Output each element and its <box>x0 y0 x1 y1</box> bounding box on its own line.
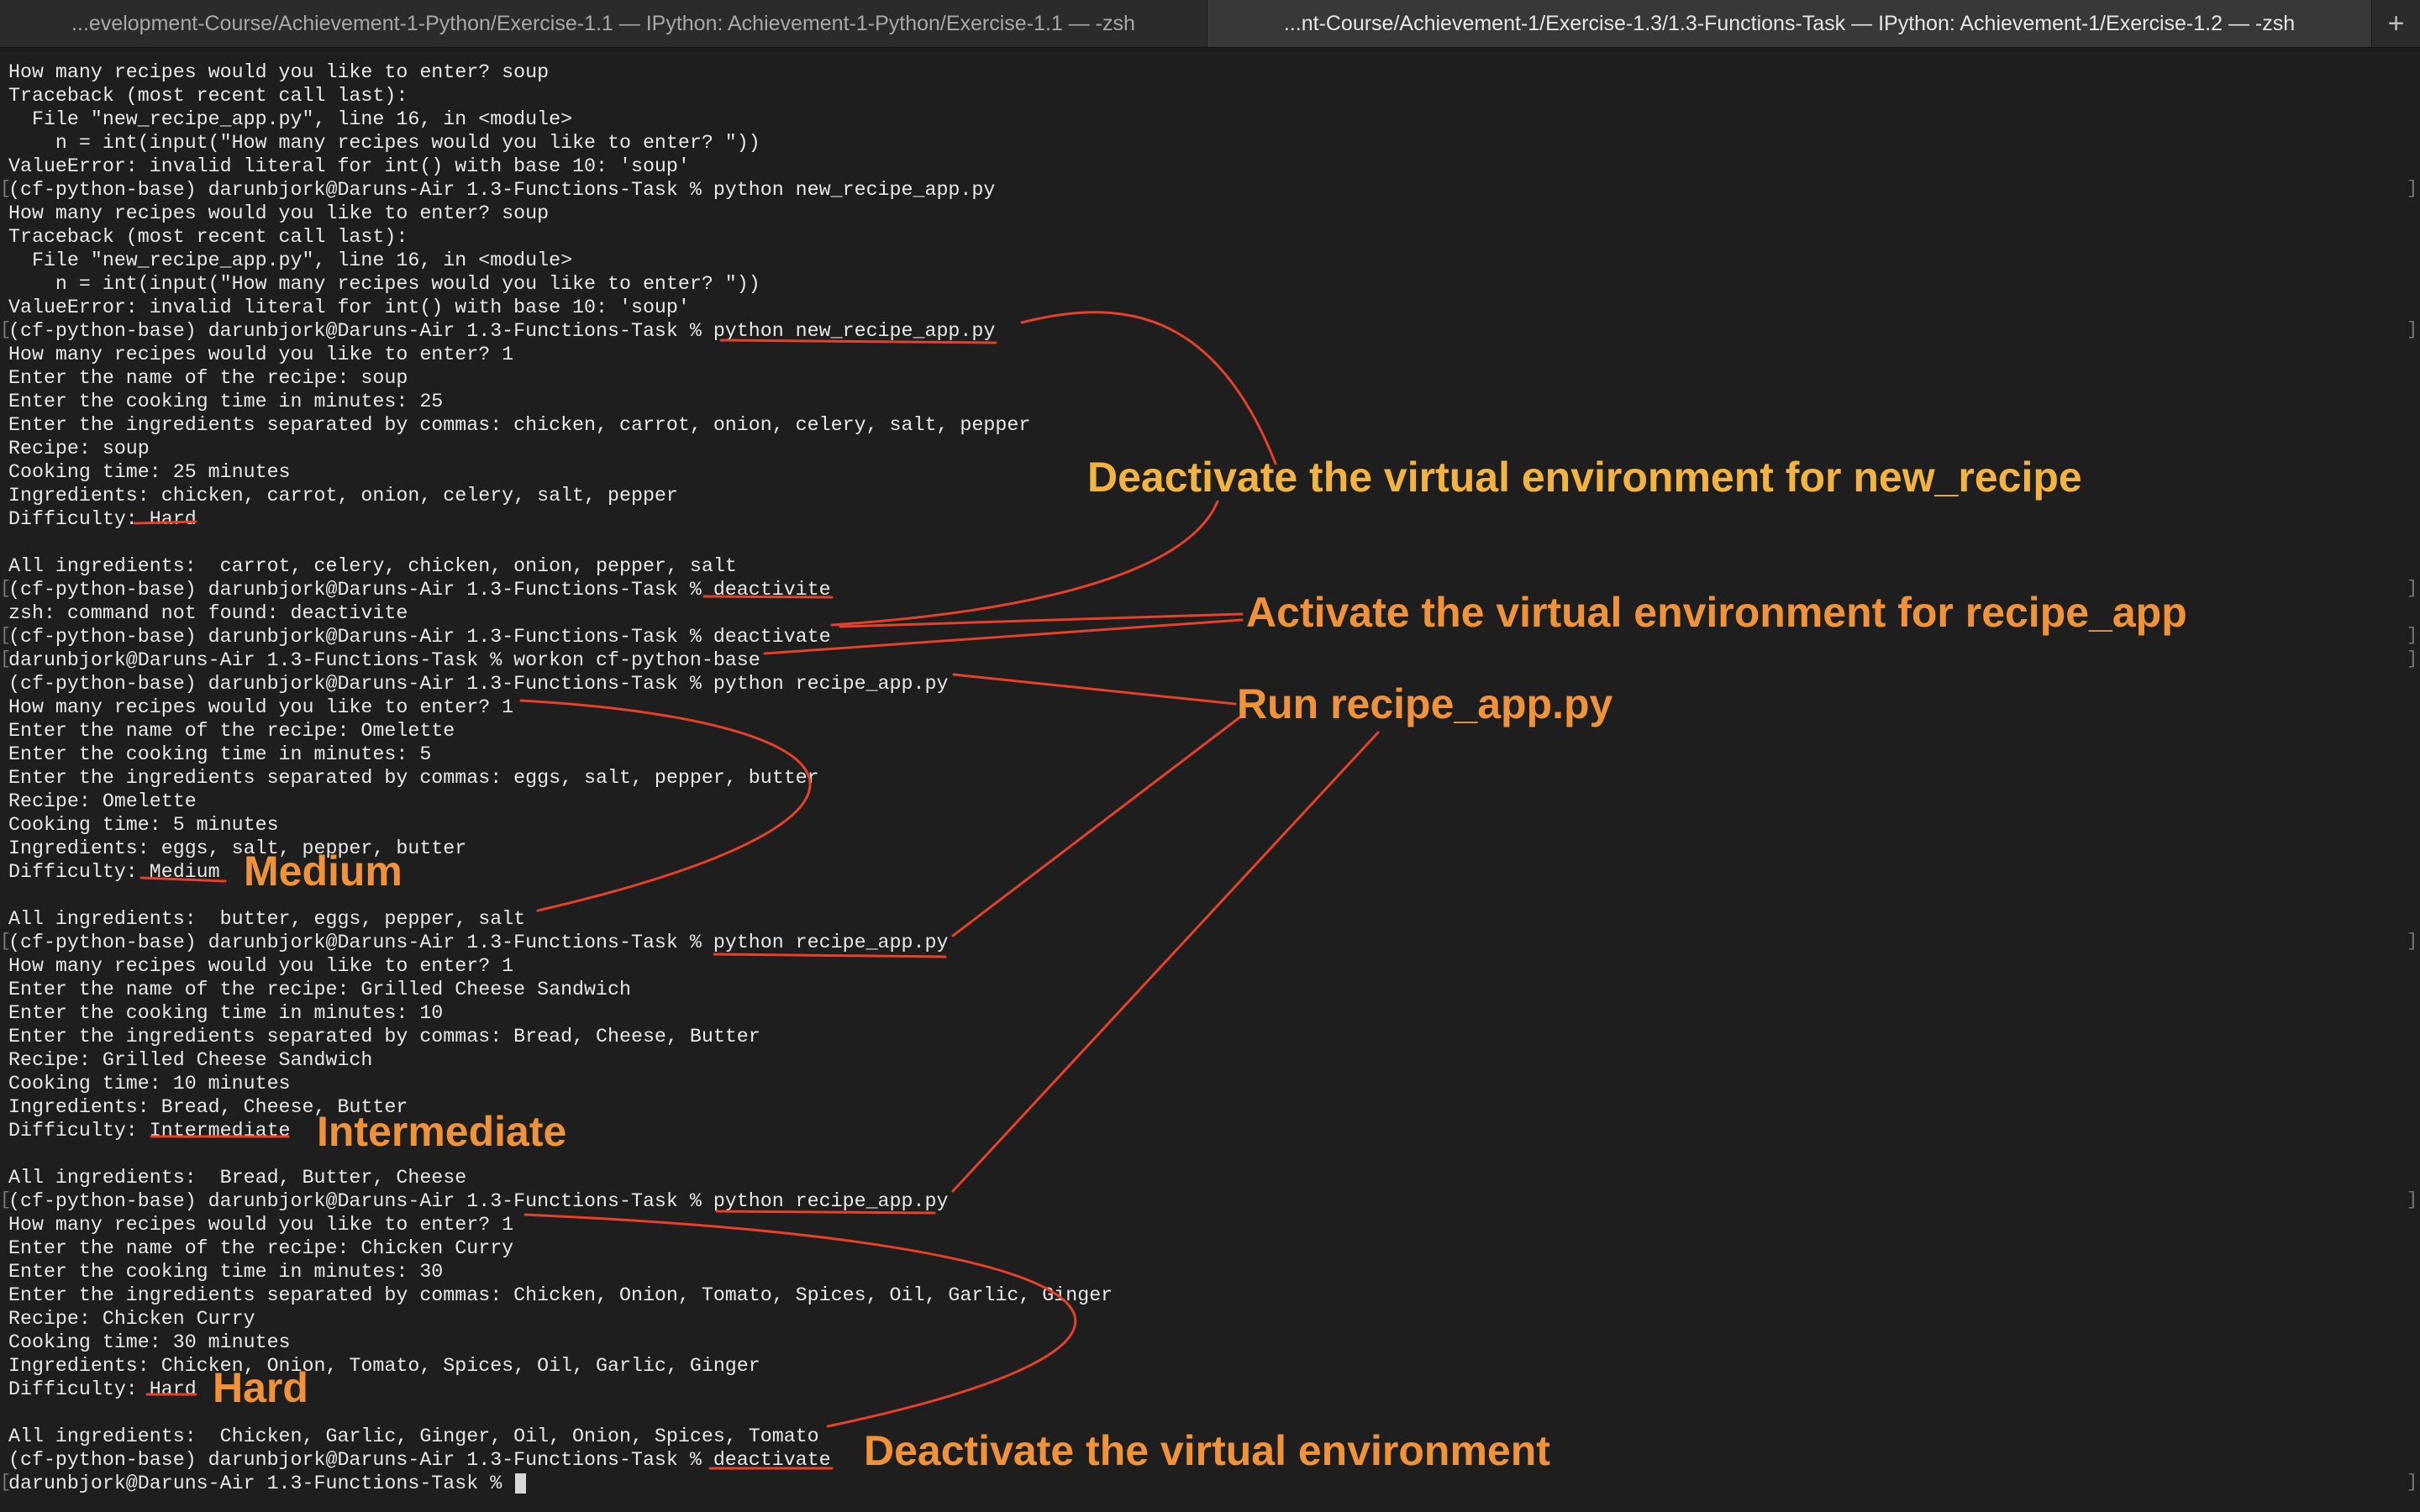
tab-title: ...nt-Course/Achievement-1/Exercise-1.3/… <box>1283 11 2296 35</box>
annotation-hard: Hard <box>213 1364 308 1411</box>
line-bracket-right: ] <box>2407 625 2418 646</box>
terminal-line: Difficulty: Hard <box>8 1378 197 1400</box>
terminal-line: Enter the cooking time in minutes: 25 <box>8 391 444 412</box>
line-bracket-right: ] <box>2407 1472 2418 1493</box>
terminal-line: Enter the ingredients separated by comma… <box>8 1026 760 1047</box>
terminal-line: Cooking time: 30 minutes <box>8 1331 291 1353</box>
terminal-line: Enter the cooking time in minutes: 30 <box>8 1261 444 1283</box>
terminal-prompt-line: darunbjork@Daruns-Air 1.3-Functions-Task… <box>8 1472 527 1495</box>
terminal-line: File "new_recipe_app.py", line 16, in <m… <box>8 108 573 130</box>
terminal-window: ...evelopment-Course/Achievement-1-Pytho… <box>0 0 2420 1512</box>
terminal-line: Recipe: Chicken Curry <box>8 1308 255 1330</box>
terminal-line: Enter the ingredients separated by comma… <box>8 414 1031 436</box>
terminal-line: Ingredients: chicken, carrot, onion, cel… <box>8 485 678 507</box>
terminal-line: ValueError: invalid literal for int() wi… <box>8 297 690 318</box>
terminal-line: Recipe: Omelette <box>8 790 197 812</box>
annotation-deactivate-final: Deactivate the virtual environment <box>864 1427 1550 1474</box>
line-bracket-left: [ <box>0 319 12 340</box>
annotation-intermediate: Intermediate <box>317 1108 567 1155</box>
terminal-line: Difficulty: Hard <box>8 508 197 530</box>
line-bracket-right: ] <box>2407 931 2418 952</box>
terminal-line: Recipe: Grilled Cheese Sandwich <box>8 1049 373 1071</box>
terminal-line: Ingredients: Chicken, Onion, Tomato, Spi… <box>8 1355 760 1377</box>
line-bracket-right: ] <box>2407 319 2418 340</box>
line-bracket-left: [ <box>0 1189 12 1210</box>
terminal-line: All ingredients: Chicken, Garlic, Ginger… <box>8 1425 819 1447</box>
terminal-line: How many recipes would you like to enter… <box>8 202 550 224</box>
tab-bar: ...evelopment-Course/Achievement-1-Pytho… <box>0 0 2420 48</box>
terminal-line: (cf-python-base) darunbjork@Daruns-Air 1… <box>8 626 831 648</box>
line-bracket-left: [ <box>0 648 12 669</box>
terminal-line: Enter the cooking time in minutes: 10 <box>8 1002 444 1024</box>
line-bracket-left: [ <box>0 625 12 646</box>
terminal-line: Enter the name of the recipe: Omelette <box>8 720 455 742</box>
terminal-line: How many recipes would you like to enter… <box>8 696 514 718</box>
terminal-line: How many recipes would you like to enter… <box>8 1214 514 1236</box>
terminal-line: (cf-python-base) darunbjork@Daruns-Air 1… <box>8 179 996 201</box>
line-bracket-right: ] <box>2407 1189 2418 1210</box>
line-bracket-right: ] <box>2407 178 2418 199</box>
terminal-line: Traceback (most recent call last): <box>8 226 408 248</box>
line-bracket-right: ] <box>2407 648 2418 669</box>
annotation-medium: Medium <box>244 848 402 895</box>
terminal-line: Enter the name of the recipe: soup <box>8 367 408 389</box>
terminal-line: Difficulty: Intermediate <box>8 1120 291 1142</box>
terminal-line: Cooking time: 5 minutes <box>8 814 279 836</box>
terminal-line: Recipe: soup <box>8 438 150 459</box>
terminal-line: (cf-python-base) darunbjork@Daruns-Air 1… <box>8 1449 831 1471</box>
tab-exercise-1-3[interactable]: ...nt-Course/Achievement-1/Exercise-1.3/… <box>1207 0 2371 47</box>
terminal-line: (cf-python-base) darunbjork@Daruns-Air 1… <box>8 932 949 953</box>
terminal-line: Enter the cooking time in minutes: 5 <box>8 743 432 765</box>
terminal-line: (cf-python-base) darunbjork@Daruns-Air 1… <box>8 320 996 342</box>
line-bracket-right: ] <box>2407 578 2418 599</box>
cursor-block <box>515 1473 527 1494</box>
terminal-line: All ingredients: carrot, celery, chicken… <box>8 555 737 577</box>
annotation-activate-recipe-app: Activate the virtual environment for rec… <box>1246 589 2187 636</box>
terminal-line: Cooking time: 10 minutes <box>8 1073 291 1095</box>
terminal-line: All ingredients: Bread, Butter, Cheese <box>8 1167 467 1189</box>
annotation-deactivate-new-recipe: Deactivate the virtual environment for n… <box>1087 454 2082 501</box>
line-bracket-left: [ <box>0 578 12 599</box>
tab-title: ...evelopment-Course/Achievement-1-Pytho… <box>71 11 1135 35</box>
terminal-line: (cf-python-base) darunbjork@Daruns-Air 1… <box>8 579 831 601</box>
terminal-line: (cf-python-base) darunbjork@Daruns-Air 1… <box>8 673 949 695</box>
terminal-line: How many recipes would you like to enter… <box>8 955 514 977</box>
terminal-line: Enter the ingredients separated by comma… <box>8 1284 1113 1306</box>
tab-exercise-1-1[interactable]: ...evelopment-Course/Achievement-1-Pytho… <box>0 0 1207 47</box>
terminal-line: How many recipes would you like to enter… <box>8 344 514 365</box>
terminal-line: Difficulty: Medium <box>8 861 220 883</box>
terminal-line: ValueError: invalid literal for int() wi… <box>8 155 690 177</box>
plus-icon: + <box>2387 7 2405 39</box>
terminal-line: Enter the ingredients separated by comma… <box>8 767 819 789</box>
terminal-output[interactable]: How many recipes would you like to enter… <box>0 47 2420 1512</box>
terminal-line: zsh: command not found: deactivite <box>8 602 408 624</box>
terminal-line: Enter the name of the recipe: Chicken Cu… <box>8 1237 514 1259</box>
terminal-line: Cooking time: 25 minutes <box>8 461 291 483</box>
terminal-line: darunbjork@Daruns-Air 1.3-Functions-Task… <box>8 649 760 671</box>
line-bracket-left: [ <box>0 178 12 199</box>
annotation-run-recipe-app: Run recipe_app.py <box>1237 680 1613 727</box>
terminal-line: Traceback (most recent call last): <box>8 85 408 107</box>
terminal-line: All ingredients: butter, eggs, pepper, s… <box>8 908 526 930</box>
terminal-line: Enter the name of the recipe: Grilled Ch… <box>8 979 631 1000</box>
terminal-line: File "new_recipe_app.py", line 16, in <m… <box>8 249 573 271</box>
terminal-line: n = int(input("How many recipes would yo… <box>8 273 760 295</box>
line-bracket-left: [ <box>0 931 12 952</box>
terminal-line: How many recipes would you like to enter… <box>8 61 550 83</box>
new-tab-button[interactable]: + <box>2371 0 2420 47</box>
terminal-line: n = int(input("How many recipes would yo… <box>8 132 760 154</box>
terminal-line: (cf-python-base) darunbjork@Daruns-Air 1… <box>8 1190 949 1212</box>
line-bracket-left: [ <box>0 1472 12 1493</box>
